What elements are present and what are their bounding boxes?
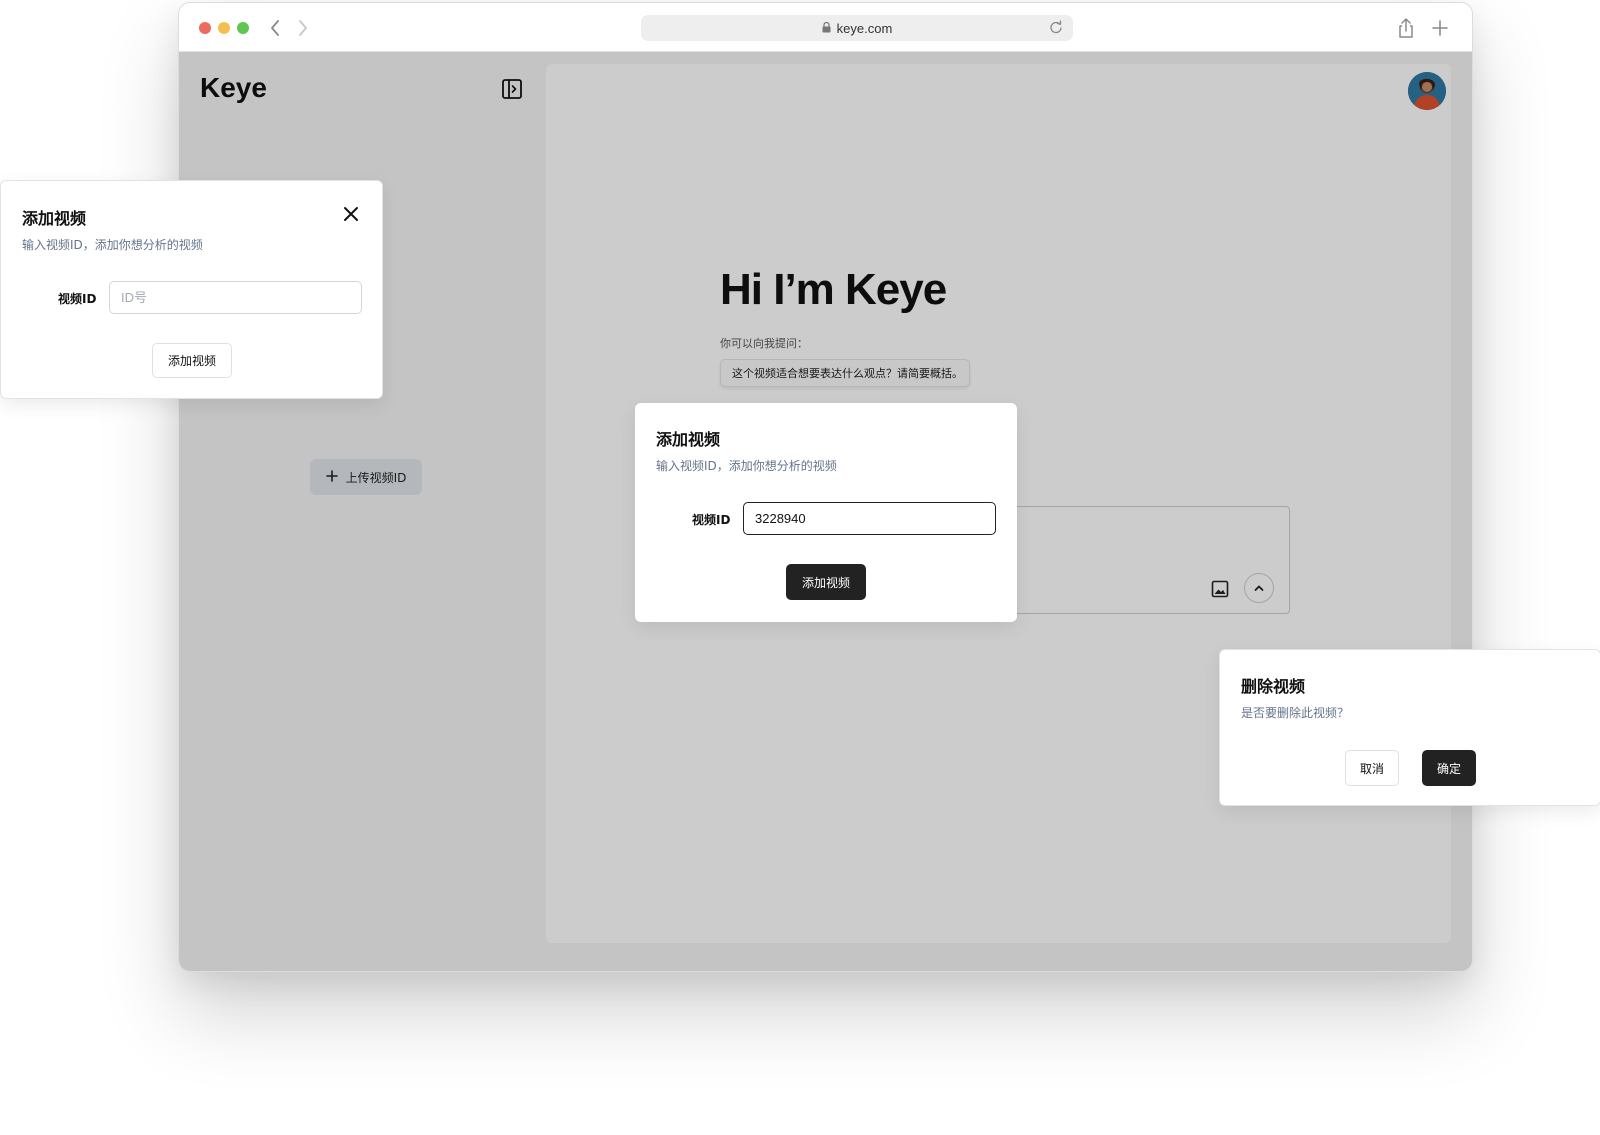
video-id-input[interactable] [109,281,362,314]
back-icon[interactable] [263,13,287,43]
new-tab-icon[interactable] [1428,16,1452,40]
forward-icon[interactable] [291,13,315,43]
add-video-dialog-active: 添加视频 输入视频ID，添加你想分析的视频 视频ID 添加视频 [635,403,1017,622]
dialog-description: 输入视频ID，添加你想分析的视频 [22,238,203,252]
confirm-button[interactable]: 确定 [1422,750,1476,786]
maximize-window-button[interactable] [237,22,249,34]
close-icon[interactable] [342,205,360,223]
dialog-title: 添加视频 [22,209,87,228]
share-icon[interactable] [1394,16,1418,40]
add-video-button[interactable]: 添加视频 [152,343,232,378]
video-id-label: 视频ID [58,292,97,306]
dialog-title: 添加视频 [656,430,721,449]
cancel-button[interactable]: 取消 [1345,750,1399,786]
browser-toolbar: keye.com [179,3,1472,52]
dialog-description: 是否要删除此视频？ [1241,706,1350,720]
close-window-button[interactable] [199,22,211,34]
dialog-title: 删除视频 [1241,677,1306,696]
reload-icon[interactable] [1047,19,1065,37]
add-video-dialog: 添加视频 输入视频ID，添加你想分析的视频 视频ID 添加视频 [0,180,383,399]
add-video-button[interactable]: 添加视频 [786,564,866,600]
video-id-label: 视频ID [692,513,731,527]
minimize-window-button[interactable] [218,22,230,34]
delete-video-dialog: 删除视频 是否要删除此视频？ 取消 确定 [1219,649,1600,806]
lock-icon [822,21,831,36]
url-text: keye.com [836,20,893,36]
video-id-input[interactable] [743,502,996,535]
dialog-description: 输入视频ID，添加你想分析的视频 [656,459,837,473]
address-bar[interactable]: keye.com [641,15,1073,41]
